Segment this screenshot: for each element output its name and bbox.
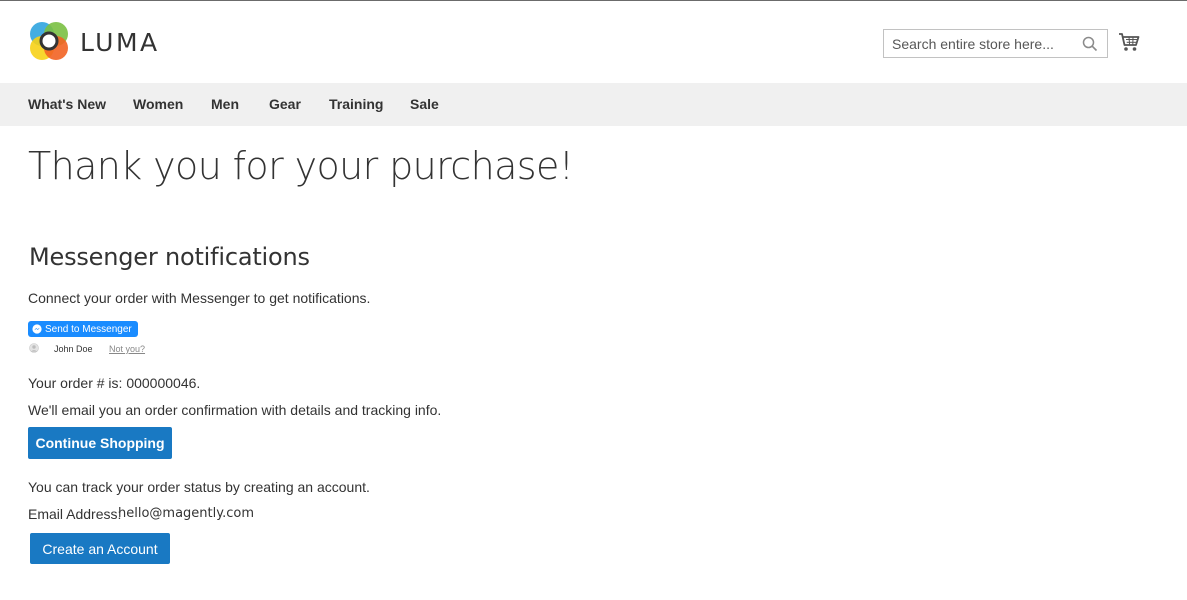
- not-you-link[interactable]: Not you?: [109, 344, 145, 354]
- email-address-value: hello@magently.com: [118, 506, 254, 521]
- send-to-messenger-label: Send to Messenger: [45, 323, 132, 335]
- main-nav: What's New Women Men Gear Training Sale: [0, 83, 1187, 126]
- email-address-label: Email Address:: [28, 506, 122, 522]
- logo-text[interactable]: LUMA: [80, 28, 160, 57]
- messenger-heading: Messenger notifications: [29, 243, 310, 271]
- track-order-text: You can track your order status by creat…: [28, 479, 370, 495]
- search-icon[interactable]: [1082, 36, 1098, 52]
- page-title: Thank you for your purchase!: [28, 144, 574, 188]
- order-confirmation-text: We'll email you an order confirmation wi…: [28, 402, 442, 418]
- search-input[interactable]: [884, 30, 1079, 57]
- nav-item-training[interactable]: Training: [329, 96, 383, 112]
- messenger-description: Connect your order with Messenger to get…: [28, 290, 371, 306]
- user-avatar-icon: [29, 343, 39, 353]
- cart-icon[interactable]: [1118, 32, 1140, 52]
- nav-item-men[interactable]: Men: [211, 96, 239, 112]
- nav-item-gear[interactable]: Gear: [269, 96, 301, 112]
- continue-shopping-button[interactable]: Continue Shopping: [28, 427, 172, 459]
- order-number-text: Your order # is: 000000046.: [28, 375, 201, 391]
- nav-item-whats-new[interactable]: What's New: [28, 96, 106, 112]
- header: LUMA: [0, 1, 1187, 83]
- luma-logo-icon[interactable]: [28, 20, 70, 62]
- search-box[interactable]: [883, 29, 1108, 58]
- messenger-user-name: John Doe: [54, 344, 93, 354]
- nav-item-sale[interactable]: Sale: [410, 96, 439, 112]
- messenger-icon: [32, 324, 42, 334]
- create-account-button[interactable]: Create an Account: [30, 533, 170, 564]
- nav-item-women[interactable]: Women: [133, 96, 183, 112]
- send-to-messenger-button[interactable]: Send to Messenger: [28, 321, 138, 337]
